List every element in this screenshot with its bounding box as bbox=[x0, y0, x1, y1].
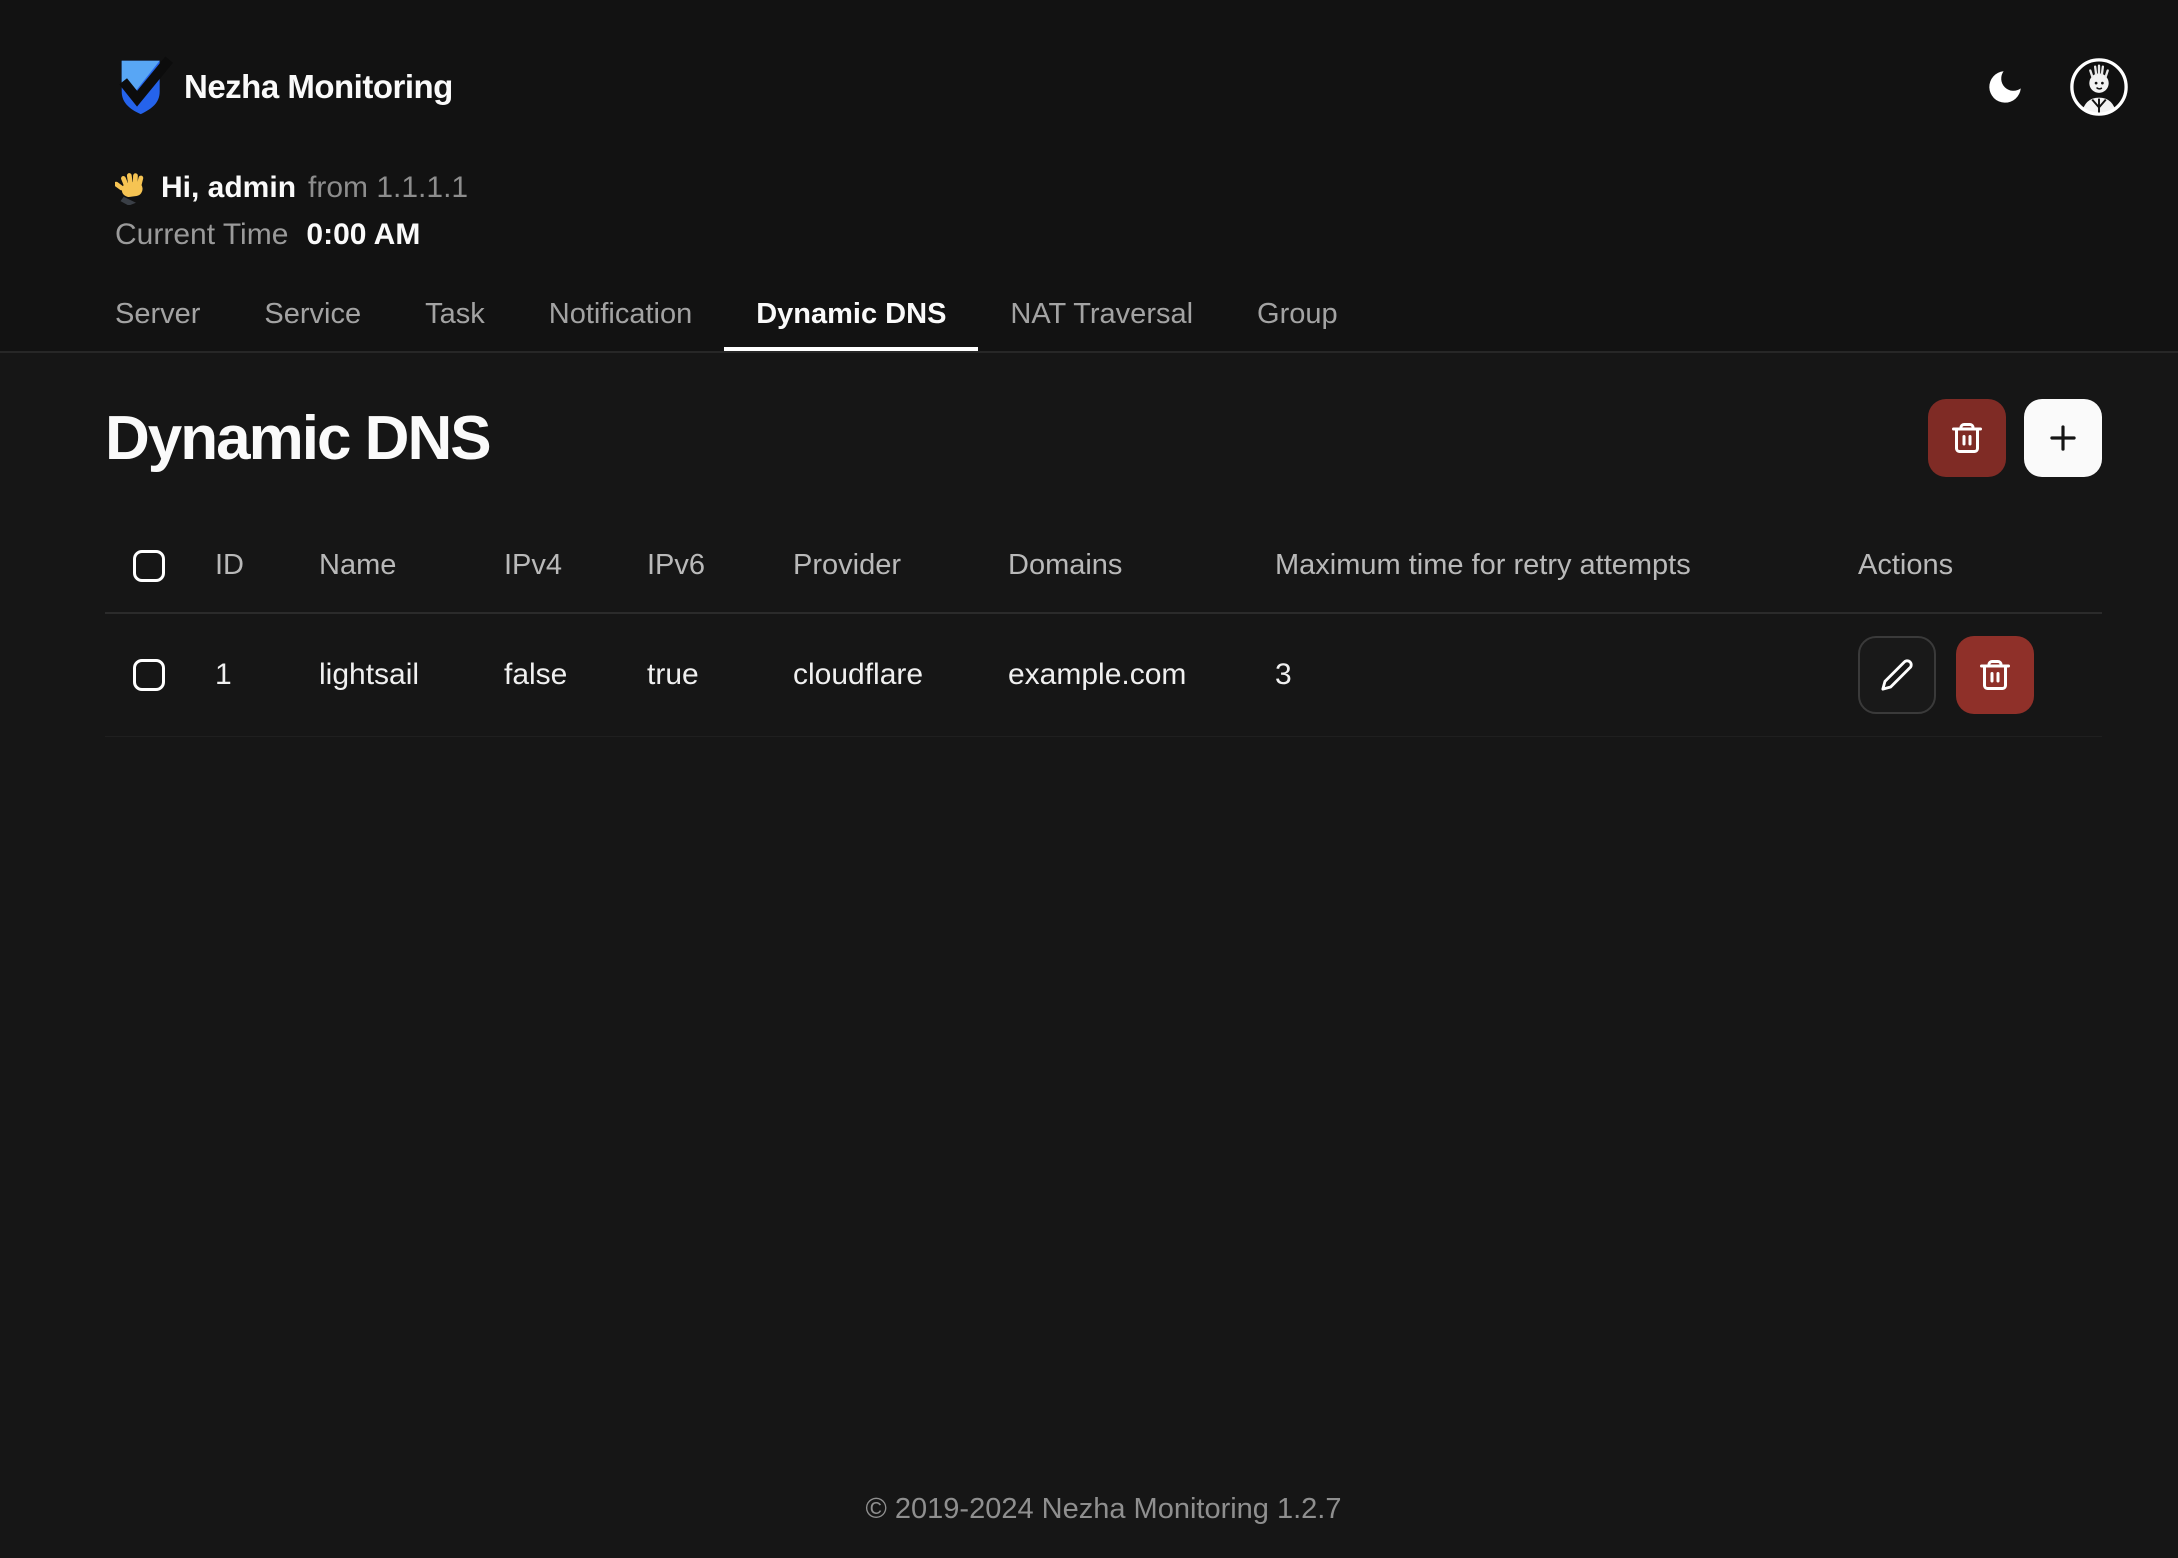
bulk-delete-button[interactable] bbox=[1928, 399, 2006, 477]
cell-ipv6: true bbox=[647, 613, 793, 737]
page-title: Dynamic DNS bbox=[105, 403, 490, 474]
cell-id: 1 bbox=[215, 613, 319, 737]
cell-provider: cloudflare bbox=[793, 613, 1008, 737]
app-header: Nezha Monitoring bbox=[0, 0, 2178, 353]
add-record-button[interactable] bbox=[2024, 399, 2102, 477]
tab-task[interactable]: Task bbox=[425, 298, 485, 331]
greeting-line: Hi, admin from 1.1.1.1 bbox=[115, 164, 2178, 211]
col-header-max-retry: Maximum time for retry attempts bbox=[1275, 533, 1858, 613]
tab-server[interactable]: Server bbox=[115, 298, 200, 331]
current-time-label: Current Time bbox=[115, 211, 288, 258]
app-brand[interactable]: Nezha Monitoring bbox=[119, 57, 453, 117]
cell-name: lightsail bbox=[319, 613, 504, 737]
plus-icon bbox=[2044, 419, 2082, 457]
tab-service[interactable]: Service bbox=[264, 298, 361, 331]
greeting-user: Hi, admin bbox=[161, 164, 296, 211]
cell-max-retry: 3 bbox=[1275, 613, 1858, 737]
row-actions bbox=[1858, 636, 2102, 714]
topbar-right bbox=[1982, 56, 2130, 118]
greeting-from-ip: from 1.1.1.1 bbox=[308, 164, 468, 211]
col-header-domains: Domains bbox=[1008, 533, 1275, 613]
cell-domains: example.com bbox=[1008, 613, 1275, 737]
user-avatar[interactable] bbox=[2068, 56, 2130, 118]
col-header-name: Name bbox=[319, 533, 504, 613]
wave-icon bbox=[115, 171, 149, 205]
col-header-provider: Provider bbox=[793, 533, 1008, 613]
ddns-table: ID Name IPv4 IPv6 Provider Domains Maxim… bbox=[105, 533, 2102, 737]
edit-row-button[interactable] bbox=[1858, 636, 1936, 714]
cell-ipv4: false bbox=[504, 613, 647, 737]
tab-nat-traversal[interactable]: NAT Traversal bbox=[1010, 298, 1193, 331]
delete-row-button[interactable] bbox=[1956, 636, 2034, 714]
tab-dynamic-dns[interactable]: Dynamic DNS bbox=[756, 298, 946, 331]
page-head: Dynamic DNS bbox=[105, 399, 2102, 477]
col-header-id: ID bbox=[215, 533, 319, 613]
table-row: 1 lightsail false true cloudflare exampl… bbox=[105, 613, 2102, 737]
tab-group[interactable]: Group bbox=[1257, 298, 1338, 331]
pencil-icon bbox=[1880, 658, 1914, 692]
col-header-actions: Actions bbox=[1858, 533, 2102, 613]
table-header-row: ID Name IPv4 IPv6 Provider Domains Maxim… bbox=[105, 533, 2102, 613]
greeting-block: Hi, admin from 1.1.1.1 Current Time 0:00… bbox=[0, 118, 2178, 258]
main-content: Dynamic DNS bbox=[0, 353, 2178, 1558]
toolbar bbox=[1928, 399, 2102, 477]
app-title: Nezha Monitoring bbox=[184, 68, 453, 106]
current-time-line: Current Time 0:00 AM bbox=[115, 211, 2178, 258]
theme-toggle-moon-icon[interactable] bbox=[1982, 64, 2028, 110]
app-logo-icon bbox=[119, 57, 166, 117]
col-header-ipv4: IPv4 bbox=[504, 533, 647, 613]
col-header-ipv6: IPv6 bbox=[647, 533, 793, 613]
topbar: Nezha Monitoring bbox=[0, 0, 2178, 118]
tab-notification[interactable]: Notification bbox=[549, 298, 692, 331]
current-time-value: 0:00 AM bbox=[306, 211, 420, 258]
nezha-dashboard: Nezha Monitoring bbox=[0, 0, 2178, 1558]
select-all-checkbox[interactable] bbox=[133, 550, 165, 582]
row-checkbox[interactable] bbox=[133, 659, 165, 691]
footer-copyright: © 2019-2024 Nezha Monitoring 1.2.7 bbox=[105, 1493, 2102, 1558]
nav-tabs: Server Service Task Notification Dynamic… bbox=[0, 258, 2178, 351]
trash-icon bbox=[1977, 657, 2013, 693]
trash-icon bbox=[1949, 420, 1985, 456]
